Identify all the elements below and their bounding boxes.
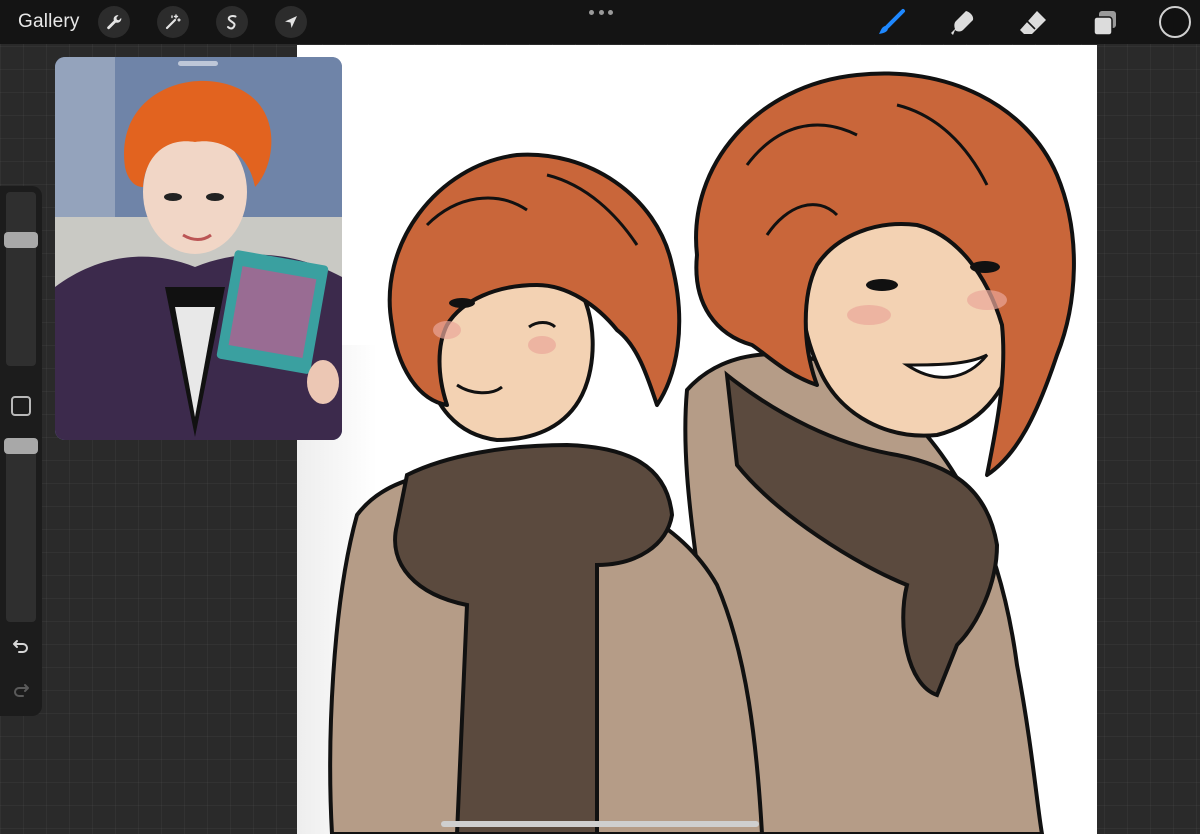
sidebar xyxy=(0,186,42,716)
gallery-button[interactable]: Gallery xyxy=(18,11,80,33)
color-picker-button[interactable] xyxy=(1159,6,1191,38)
brush-icon[interactable] xyxy=(876,8,906,38)
opacity-thumb[interactable] xyxy=(4,438,38,454)
magic-wand-icon[interactable] xyxy=(157,6,189,38)
reference-photo xyxy=(55,57,342,440)
smudge-icon[interactable] xyxy=(948,8,978,38)
reference-drag-handle[interactable] xyxy=(178,61,218,66)
artwork xyxy=(297,71,1076,834)
redo-arrow-icon[interactable] xyxy=(9,678,33,702)
brush-size-thumb[interactable] xyxy=(4,232,38,248)
brush-size-slider[interactable] xyxy=(4,192,38,366)
arrow-cursor-icon[interactable] xyxy=(275,6,307,38)
wrench-icon[interactable] xyxy=(98,6,130,38)
top-toolbar: Gallery xyxy=(0,0,1200,44)
home-indicator[interactable] xyxy=(441,821,759,827)
opacity-slider[interactable] xyxy=(4,438,38,622)
undo-arrow-icon[interactable] xyxy=(9,634,33,658)
eraser-icon[interactable] xyxy=(1018,8,1048,38)
drawing-canvas[interactable] xyxy=(297,45,1097,834)
reference-window[interactable] xyxy=(55,57,342,440)
square-icon[interactable] xyxy=(11,396,31,416)
layers-icon[interactable] xyxy=(1090,8,1120,38)
more-options-icon[interactable] xyxy=(589,8,613,16)
selection-icon[interactable] xyxy=(216,6,248,38)
